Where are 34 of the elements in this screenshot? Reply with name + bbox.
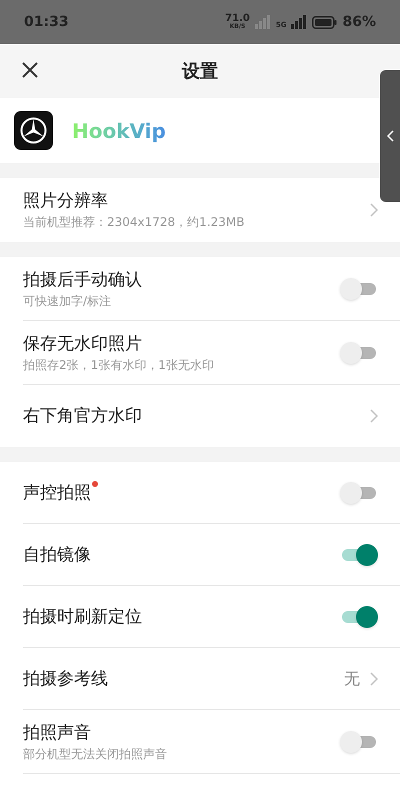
network-speed: 71.0 — [225, 14, 250, 24]
setting-description: 可快速加字/标注 — [23, 292, 112, 310]
toggle-switch[interactable] — [340, 276, 378, 300]
status-time: 01:33 — [24, 12, 69, 32]
setting-description: 拍照存2张，1张有水印，1张无水印 — [23, 356, 214, 374]
setting-title: 右下角官方水印 — [23, 405, 142, 428]
toggle-switch[interactable] — [340, 542, 378, 566]
close-button[interactable] — [20, 60, 40, 80]
chevron-right-icon — [370, 672, 378, 686]
battery-percent: 86% — [342, 12, 376, 32]
toggle-switch[interactable] — [340, 604, 378, 628]
toggle-switch[interactable] — [340, 340, 378, 364]
setting-title: 自拍镜像 — [23, 544, 91, 566]
setting-title: 拍摄参考线 — [23, 668, 108, 690]
setting-title: 拍摄时刷新定位 — [23, 606, 142, 628]
setting-description: 当前机型推荐：2304x1728，约1.23MB — [23, 214, 244, 231]
toggle-switch[interactable] — [340, 730, 378, 754]
setting-value: 无 — [344, 668, 360, 690]
signal-icon — [291, 15, 308, 29]
setting-title: 拍照声音 — [23, 722, 91, 744]
chevron-right-icon — [370, 203, 378, 217]
toggle-switch[interactable] — [340, 480, 378, 504]
signal-icon — [254, 15, 271, 29]
close-icon — [22, 62, 38, 78]
setting-title: 拍摄后手动确认 — [23, 268, 142, 292]
chevron-right-icon — [370, 409, 378, 423]
setting-description: 部分机型无法关闭拍照声音 — [23, 746, 167, 762]
setting-title: 声控拍照 — [23, 482, 91, 504]
setting-title: 照片分辨率 — [23, 190, 108, 213]
chevron-left-icon — [386, 130, 394, 142]
battery-icon — [312, 16, 338, 28]
app-logo-icon — [14, 111, 53, 150]
page-title: 设置 — [182, 60, 218, 84]
setting-title: 保存无水印照片 — [23, 332, 142, 356]
